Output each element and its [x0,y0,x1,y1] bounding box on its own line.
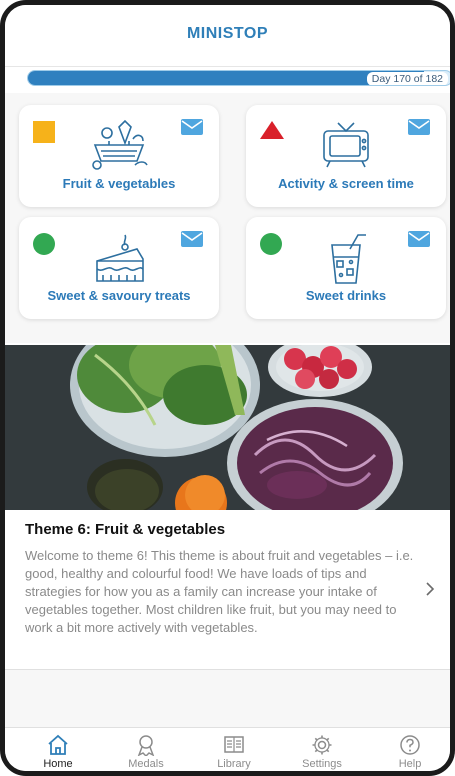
content-spacer [5,670,450,728]
phone-frame: MINISTOP Day 170 of 182 Fruit & vegetabl… [0,0,455,776]
medal-icon [137,735,155,756]
progress-track: Day 170 of 182 [27,70,450,86]
tab-home[interactable]: Home [23,734,93,771]
tab-label: Medals [128,758,164,770]
tab-label: Library [217,758,251,770]
mail-icon[interactable] [181,119,203,135]
card-label: Fruit & vegetables [62,176,176,191]
tab-label: Home [43,758,73,770]
theme-photo[interactable] [5,345,450,510]
card-activity-screen-time[interactable]: Activity & screen time [246,105,446,207]
gear-icon [312,735,332,755]
card-label: Activity & screen time [278,176,414,191]
mail-icon[interactable] [181,231,203,247]
mail-icon[interactable] [408,119,430,135]
help-icon [400,735,420,755]
progress-label: Day 170 of 182 [366,72,448,85]
home-icon [48,734,68,755]
day-progress: Day 170 of 182 [27,70,450,86]
tab-settings[interactable]: Settings [287,734,357,771]
fruit-basket-icon [92,119,148,170]
app-header: MINISTOP [5,5,450,67]
drink-glass-icon [331,234,366,284]
card-sweet-savoury-treats[interactable]: Sweet & savoury treats [19,217,219,319]
cake-icon [96,234,144,282]
app-title: MINISTOP [186,25,269,42]
tab-library[interactable]: Library [199,734,269,771]
card-fruit-vegetables[interactable]: Fruit & vegetables [19,105,219,207]
status-green-circle-icon [260,233,282,255]
progress-fill [28,71,425,85]
book-icon [224,736,244,753]
chevron-right-icon[interactable] [424,582,436,596]
tab-medals[interactable]: Medals [111,734,181,771]
tab-label: Help [398,758,422,770]
tab-label: Settings [302,758,342,770]
status-green-circle-icon [33,233,55,255]
theme-description: Welcome to theme 6! This theme is about … [25,548,414,635]
status-yellow-square-icon [33,121,55,143]
bottom-tab-bar: Home Medals Library Settings Help [5,727,450,771]
card-label: Sweet drinks [305,288,387,303]
status-red-triangle-icon [260,121,284,139]
tv-icon [323,122,369,168]
theme-title: Theme 6: Fruit & vegetables [25,521,226,538]
mail-icon[interactable] [408,231,430,247]
tab-help[interactable]: Help [375,734,445,771]
card-sweet-drinks[interactable]: Sweet drinks [246,217,446,319]
card-label: Sweet & savoury treats [47,288,191,303]
